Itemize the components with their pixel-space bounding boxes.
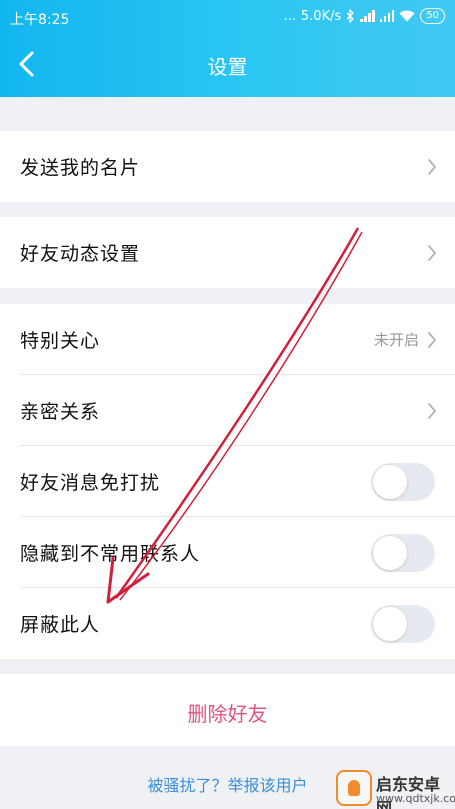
friend-feed-settings-row[interactable]: 好友动态设置 (0, 217, 455, 288)
hide-contact-toggle[interactable] (371, 534, 435, 572)
do-not-disturb-toggle[interactable] (371, 463, 435, 501)
settings-group-1: 发送我的名片 (0, 131, 455, 202)
send-card-row[interactable]: 发送我的名片 (0, 131, 455, 202)
chevron-right-icon (428, 403, 436, 419)
special-care-row[interactable]: 特别关心 未开启 (0, 304, 455, 375)
row-label: 屏蔽此人 (20, 614, 101, 636)
network-speed: 5.0K/s (300, 8, 342, 24)
network-dots: ... (283, 8, 296, 24)
row-label: 特别关心 (20, 330, 101, 352)
chevron-right-icon (428, 159, 436, 175)
row-label: 好友动态设置 (20, 243, 141, 265)
toggle-knob (373, 536, 407, 570)
chevron-right-icon (428, 245, 436, 261)
status-time: 上午8:25 (10, 12, 70, 28)
watermark: 启东安卓网 www.qdtxjk.com (336, 766, 455, 809)
status-bar: 上午8:25 ... 5.0K/s 50 (0, 0, 455, 34)
settings-group-3: 特别关心 未开启 亲密关系 好友消息免打扰 隐藏到不常用联系人 屏蔽此人 (0, 304, 455, 659)
block-user-toggle[interactable] (371, 605, 435, 643)
signal-icon (360, 10, 375, 22)
row-label: 隐藏到不常用联系人 (20, 543, 201, 565)
signal-icon-2 (379, 10, 395, 22)
hide-contact-row: 隐藏到不常用联系人 (0, 517, 455, 588)
row-label: 好友消息免打扰 (20, 472, 161, 494)
settings-group-2: 好友动态设置 (0, 217, 455, 288)
block-user-row: 屏蔽此人 (0, 588, 455, 659)
row-label: 发送我的名片 (20, 157, 141, 179)
toggle-knob (373, 465, 407, 499)
page-title: 设置 (207, 55, 248, 79)
battery-icon: 50 (420, 8, 445, 24)
toggle-knob (373, 607, 407, 641)
app-header: 上午8:25 ... 5.0K/s 50 设置 (0, 0, 455, 97)
delete-friend-label: 删除好友 (187, 702, 268, 726)
watermark-url: www.qdtxjk.com (376, 792, 455, 805)
chevron-right-icon (428, 332, 436, 348)
special-care-status: 未开启 (373, 331, 419, 349)
watermark-logo-icon (336, 770, 372, 806)
delete-friend-button[interactable]: 删除好友 (0, 674, 455, 746)
do-not-disturb-row: 好友消息免打扰 (0, 446, 455, 517)
nav-bar: 设置 (0, 34, 455, 94)
row-label: 亲密关系 (20, 401, 101, 423)
status-icons: ... 5.0K/s 50 (283, 8, 445, 24)
intimate-relationship-row[interactable]: 亲密关系 (0, 375, 455, 446)
wifi-icon (399, 10, 415, 22)
bluetooth-icon (346, 9, 355, 23)
